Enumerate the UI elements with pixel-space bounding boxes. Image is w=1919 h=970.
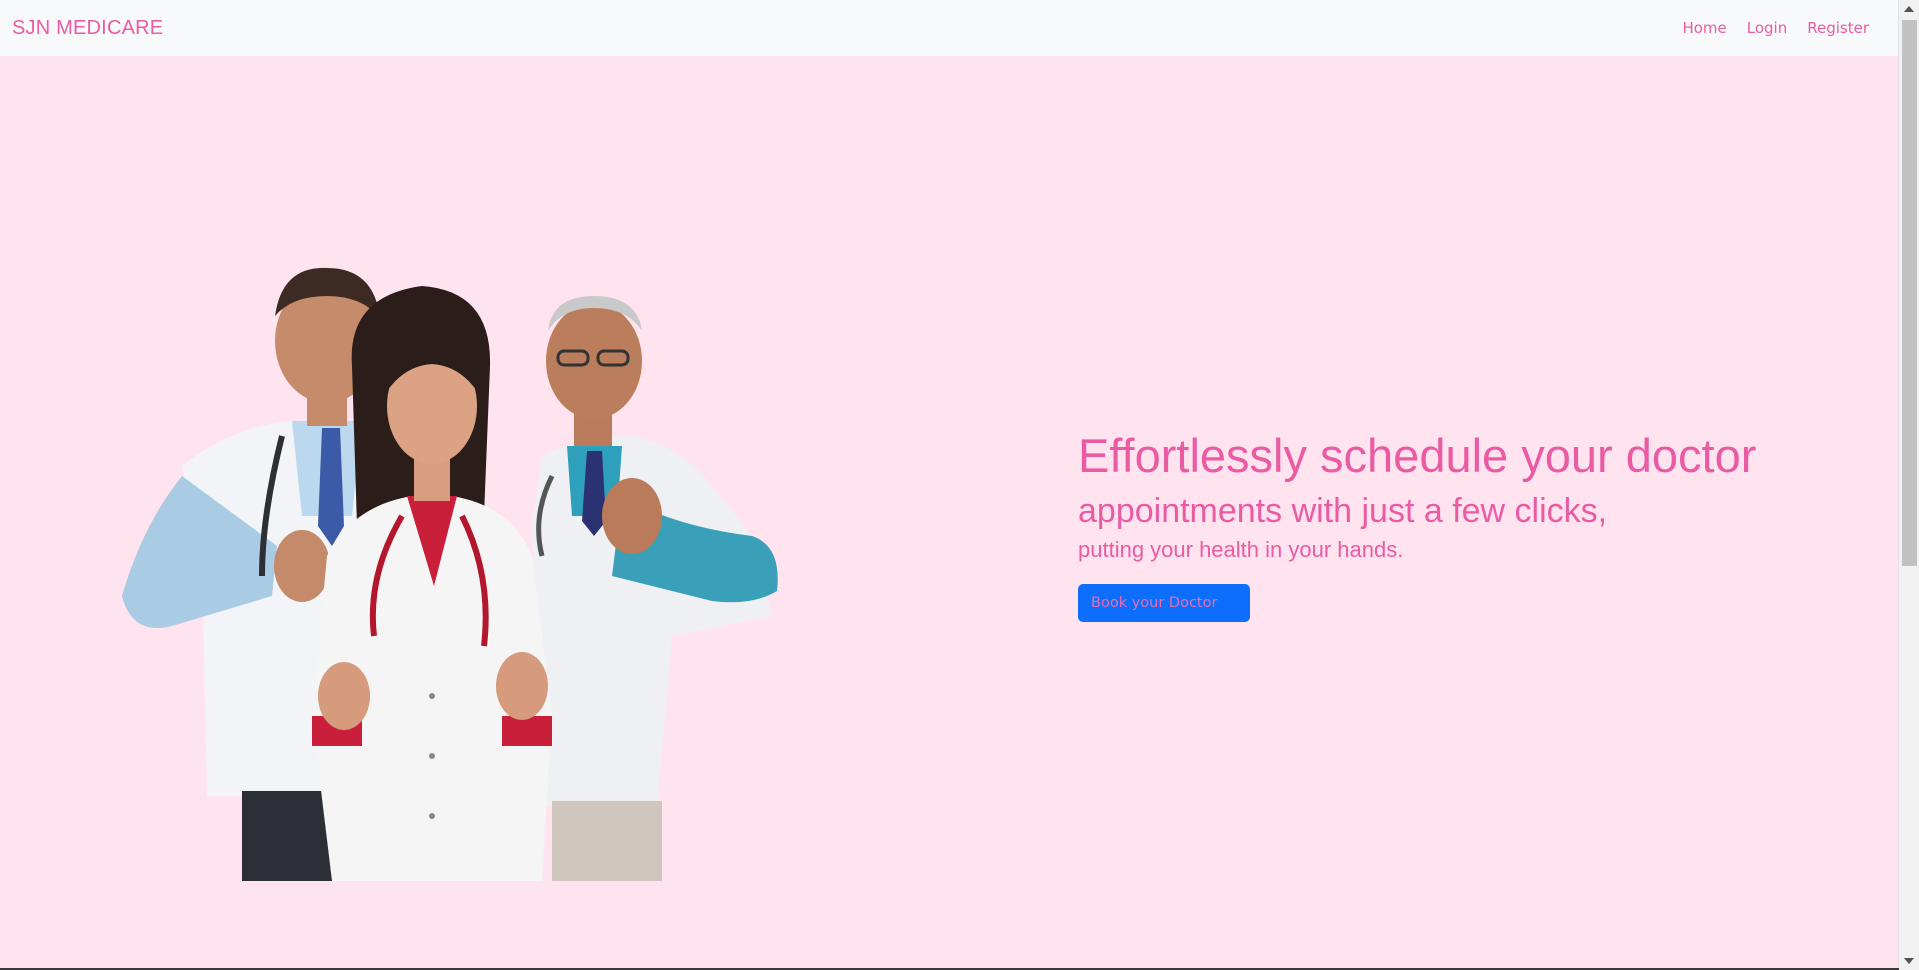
brand-logo[interactable]: SJN MEDICARE [12,17,163,40]
doctor-right-figure [532,296,778,881]
nav-link-login[interactable]: Login [1747,19,1787,37]
book-doctor-button[interactable]: Book your Doctor [1078,584,1250,622]
hero-subheadline: appointments with just a few clicks, [1078,492,1608,530]
nav-link-home[interactable]: Home [1682,19,1726,37]
scroll-down-arrow-icon[interactable] [1904,958,1914,964]
doctors-image [122,267,778,881]
scroll-up-arrow-icon[interactable] [1904,6,1914,12]
nav-link-register[interactable]: Register [1807,19,1869,37]
page: SJN MEDICARE Home Login Register Effortl… [0,0,1919,970]
hero-headline: Effortlessly schedule your doctor [1078,429,1757,482]
vertical-scrollbar[interactable] [1898,0,1919,970]
hero-text-block: Effortlessly schedule your doctor appoin… [1078,428,1756,622]
navbar: SJN MEDICARE Home Login Register [0,0,1899,56]
scroll-thumb[interactable] [1902,20,1917,566]
hero-section: Effortlessly schedule your doctor appoin… [0,56,1899,970]
nav-links: Home Login Register [1682,19,1869,37]
hero-tagline: putting your health in your hands. [1078,537,1404,562]
